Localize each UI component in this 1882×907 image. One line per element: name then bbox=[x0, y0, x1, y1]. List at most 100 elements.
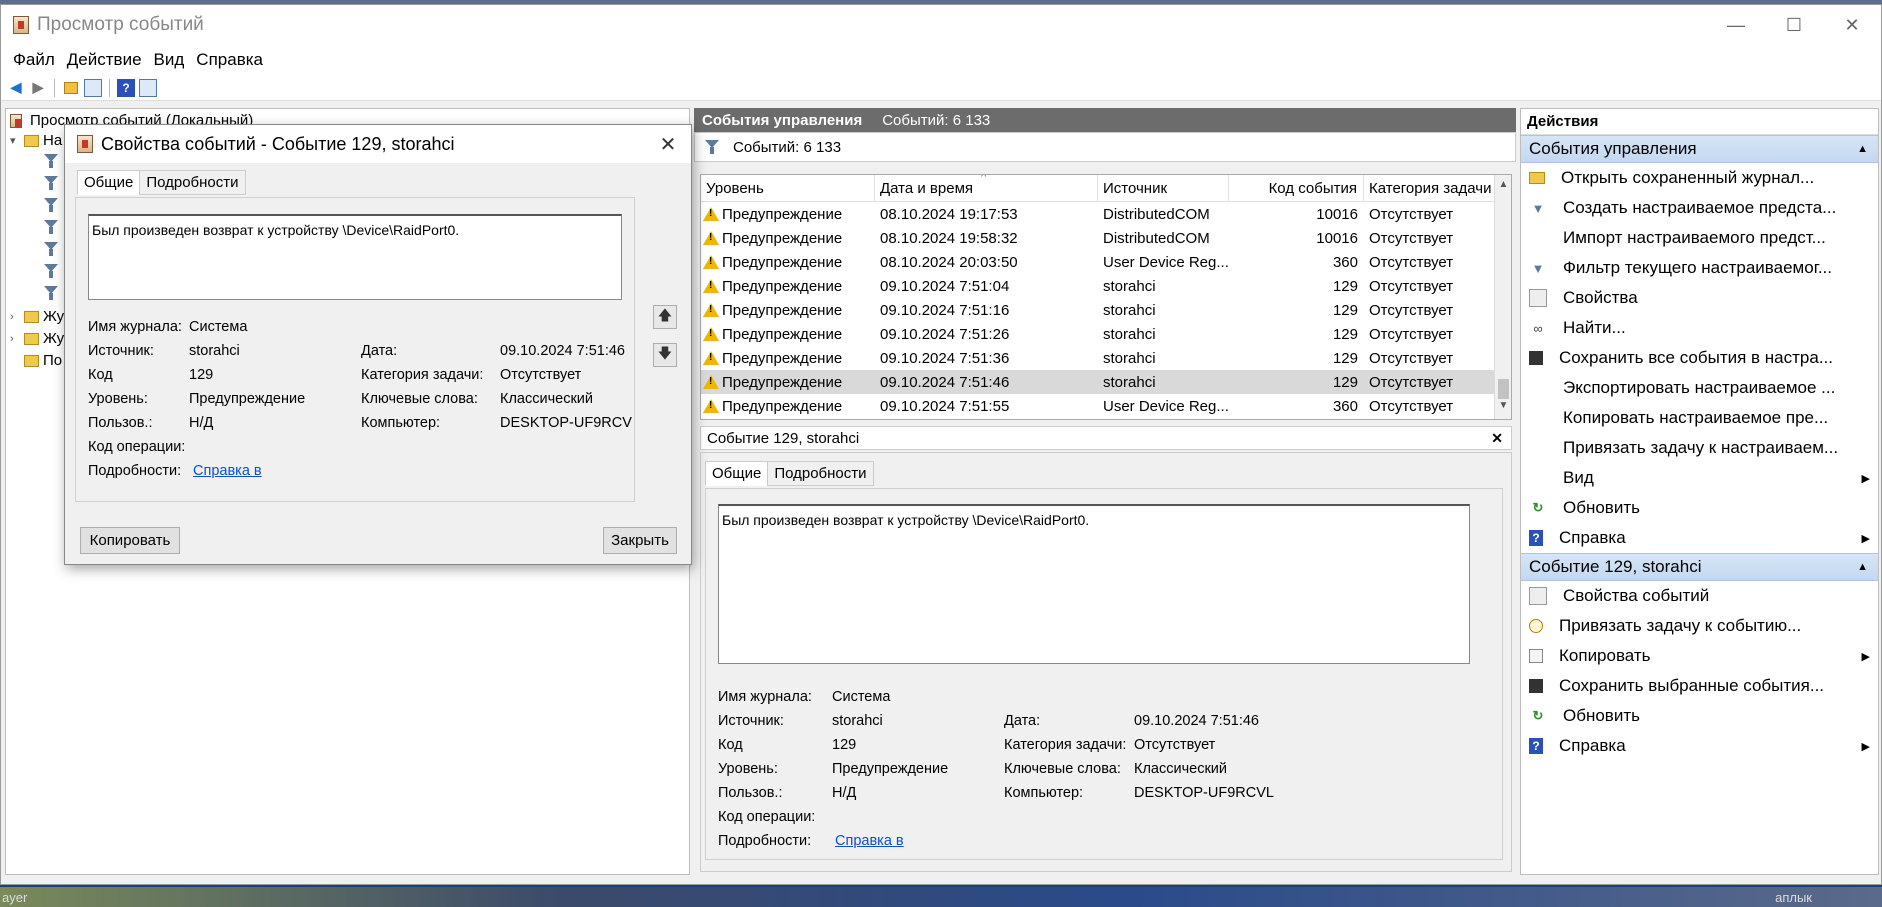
action-label: Открыть сохраненный журнал... bbox=[1561, 168, 1815, 187]
close-dialog-button[interactable]: Закрыть bbox=[603, 527, 677, 554]
close-detail-icon[interactable]: ✕ bbox=[1491, 430, 1503, 447]
show-action-pane-icon[interactable] bbox=[139, 78, 157, 97]
warning-icon bbox=[703, 278, 719, 293]
tree-item-app-logs[interactable]: › Жу bbox=[10, 330, 64, 347]
cell-source: DistributedCOM bbox=[1098, 206, 1229, 223]
tree-filter-item[interactable] bbox=[44, 242, 58, 256]
value-date: 09.10.2024 7:51:46 bbox=[1134, 713, 1259, 729]
table-row[interactable]: Предупреждение 09.10.2024 7:51:36 storahci… bbox=[701, 346, 1511, 370]
scroll-down-icon[interactable]: ▼ bbox=[1495, 400, 1511, 417]
action-item[interactable]: Экспортировать настраиваемое ... bbox=[1521, 373, 1878, 403]
action-item[interactable]: Копировать настраиваемое пре... bbox=[1521, 403, 1878, 433]
tree-filter-item[interactable] bbox=[44, 264, 58, 278]
action-item[interactable]: Импорт настраиваемого предст... bbox=[1521, 223, 1878, 253]
column-source[interactable]: Источник bbox=[1098, 175, 1229, 202]
column-event-code[interactable]: Код события bbox=[1229, 175, 1364, 202]
action-item[interactable]: Привязать задачу к настраиваем... bbox=[1521, 433, 1878, 463]
dialog-help-link[interactable]: Справка в bbox=[193, 463, 262, 479]
action-item[interactable]: ▼ Фильтр текущего настраиваемог... bbox=[1521, 253, 1878, 283]
tree-filter-item[interactable] bbox=[44, 198, 58, 212]
expand-icon[interactable]: › bbox=[10, 333, 20, 345]
dialog-tab-general[interactable]: Общие bbox=[77, 170, 141, 195]
action-item[interactable]: Сохранить все события в настра... bbox=[1521, 343, 1878, 373]
cell-code: 129 bbox=[1229, 302, 1364, 319]
menu-action[interactable]: Действие bbox=[61, 50, 148, 70]
action-item[interactable]: ▼ Создать настраиваемое предста... bbox=[1521, 193, 1878, 223]
action-item[interactable]: Вид ▶ bbox=[1521, 463, 1878, 493]
event-message: Был произведен возврат к устройству \Dev… bbox=[718, 504, 1470, 664]
cell-level: Предупреждение bbox=[701, 230, 875, 247]
table-scrollbar[interactable]: ▲ ▼ bbox=[1494, 175, 1511, 419]
cell-text: Отсутствует bbox=[1369, 325, 1454, 343]
dialog-tab-details[interactable]: Подробности bbox=[139, 170, 246, 195]
menu-view[interactable]: Вид bbox=[148, 50, 191, 70]
warning-icon bbox=[703, 254, 719, 269]
action-item[interactable]: Сохранить выбранные события... bbox=[1521, 671, 1878, 701]
tree-filter-item[interactable] bbox=[44, 154, 58, 168]
actions-section-event[interactable]: Событие 129, storahci ▲ bbox=[1521, 553, 1878, 581]
action-item[interactable]: ? Справка ▶ bbox=[1521, 523, 1878, 553]
next-event-arrow-icon[interactable]: 🡇 bbox=[653, 343, 677, 367]
table-row[interactable]: Предупреждение 09.10.2024 7:51:55 User Dev… bbox=[701, 394, 1511, 418]
menu-file[interactable]: Файл bbox=[7, 50, 61, 70]
tree-item-windows-logs[interactable]: › Жу bbox=[10, 308, 64, 325]
up-folder-icon[interactable] bbox=[64, 81, 78, 94]
column-category[interactable]: Категория задачи bbox=[1364, 175, 1496, 202]
table-row[interactable]: Предупреждение 08.10.2024 20:03:50 User De… bbox=[701, 250, 1511, 274]
expand-icon[interactable]: ▾ bbox=[10, 134, 20, 147]
event-viewer-app-icon bbox=[13, 16, 29, 34]
tab-details[interactable]: Подробности bbox=[767, 461, 874, 486]
value-keywords: Классический bbox=[500, 391, 593, 407]
table-row[interactable]: Предупреждение 08.10.2024 19:58:32 Distrib… bbox=[701, 226, 1511, 250]
tree-item-custom-views[interactable]: ▾ На bbox=[10, 132, 62, 149]
actions-section-log[interactable]: События управления ▲ bbox=[1521, 135, 1878, 163]
column-level[interactable]: Уровень bbox=[701, 175, 875, 202]
action-item[interactable]: Свойства событий bbox=[1521, 581, 1878, 611]
help-link[interactable]: Справка в bbox=[835, 833, 904, 849]
tree-filter-item[interactable] bbox=[44, 176, 58, 190]
label-code: Код bbox=[88, 367, 113, 383]
value-source: storahci bbox=[189, 343, 240, 359]
tree-filter-item[interactable] bbox=[44, 220, 58, 234]
cell-source: DistributedCOM bbox=[1098, 230, 1229, 247]
tree-item-subscriptions[interactable]: По bbox=[10, 352, 62, 369]
action-item[interactable]: Привязать задачу к событию... bbox=[1521, 611, 1878, 641]
table-row[interactable]: Предупреждение 09.10.2024 7:51:46 storahci… bbox=[701, 370, 1511, 394]
tab-general[interactable]: Общие bbox=[705, 461, 769, 486]
table-row[interactable]: Предупреждение 09.10.2024 7:51:16 storahci… bbox=[701, 298, 1511, 322]
column-datetime[interactable]: Дата и время bbox=[875, 175, 1098, 202]
help-icon[interactable]: ? bbox=[117, 78, 135, 97]
action-item[interactable]: ∞ Найти... bbox=[1521, 313, 1878, 343]
action-label: Привязать задачу к настраиваем... bbox=[1563, 438, 1839, 457]
collapse-icon[interactable]: ▲ bbox=[1857, 143, 1868, 155]
close-window-button[interactable]: ✕ bbox=[1823, 5, 1881, 45]
action-item[interactable]: ↻ Обновить bbox=[1521, 701, 1878, 731]
action-item[interactable]: Открыть сохраненный журнал... bbox=[1521, 163, 1878, 193]
table-row[interactable]: Предупреждение 09.10.2024 7:51:26 storahci… bbox=[701, 322, 1511, 346]
table-row[interactable]: Предупреждение 08.10.2024 19:17:53 Distrib… bbox=[701, 202, 1511, 226]
back-arrow-icon[interactable]: ◀ bbox=[7, 79, 25, 97]
action-label: Справка bbox=[1559, 736, 1626, 755]
action-item[interactable]: ? Справка ▶ bbox=[1521, 731, 1878, 761]
menu-help[interactable]: Справка bbox=[190, 50, 269, 70]
expand-icon[interactable]: › bbox=[10, 311, 20, 323]
table-row[interactable]: Предупреждение 09.10.2024 7:51:04 storahci… bbox=[701, 274, 1511, 298]
cell-text: Отсутствует bbox=[1369, 373, 1454, 391]
forward-arrow-icon[interactable]: ▶ bbox=[29, 79, 47, 97]
previous-event-arrow-icon[interactable]: 🡅 bbox=[653, 305, 677, 329]
scroll-thumb[interactable] bbox=[1498, 379, 1509, 399]
minimize-button[interactable]: — bbox=[1707, 5, 1765, 45]
copy-button[interactable]: Копировать bbox=[80, 527, 180, 554]
show-tree-icon[interactable] bbox=[84, 78, 102, 97]
scroll-up-icon[interactable]: ▲ bbox=[1495, 179, 1511, 196]
cell-text: 09.10.2024 7:51:26 bbox=[880, 325, 1010, 343]
action-item[interactable]: ↻ Обновить bbox=[1521, 493, 1878, 523]
tree-filter-item[interactable] bbox=[44, 286, 58, 300]
action-item[interactable]: Копировать ▶ bbox=[1521, 641, 1878, 671]
cell-source: storahci bbox=[1098, 326, 1229, 343]
maximize-button[interactable]: ☐ bbox=[1765, 5, 1823, 45]
submenu-arrow-icon: ▶ bbox=[1861, 532, 1870, 545]
dialog-close-icon[interactable]: ✕ bbox=[645, 132, 691, 157]
collapse-icon[interactable]: ▲ bbox=[1857, 561, 1868, 573]
action-item[interactable]: Свойства bbox=[1521, 283, 1878, 313]
